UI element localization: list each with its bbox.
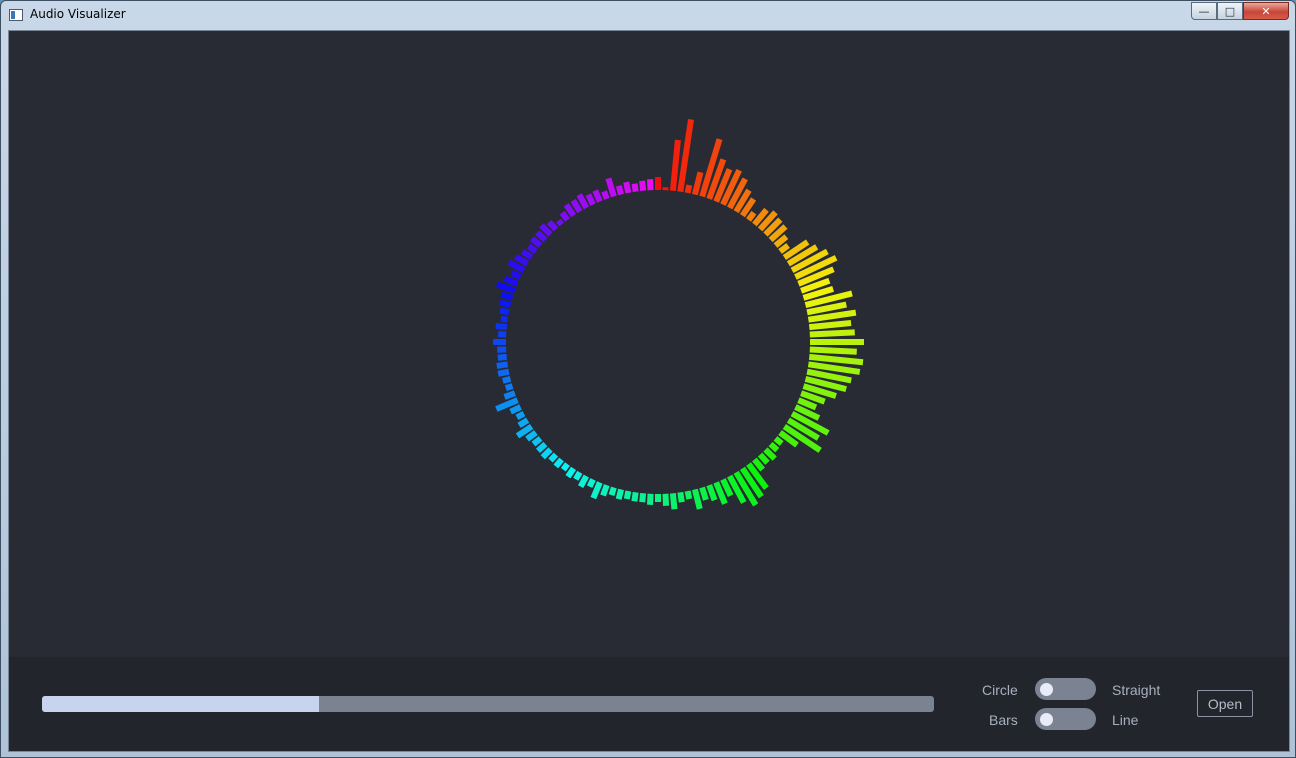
spectrum-bar — [496, 361, 509, 369]
spectrum-bar — [809, 329, 855, 338]
spectrum-bar — [500, 291, 514, 301]
spectrum-bar — [600, 484, 610, 497]
spectrum-bar — [639, 180, 647, 192]
spectrum-bar — [631, 183, 639, 193]
control-bar: Circle Straight Bars Line Open — [9, 657, 1289, 751]
straight-label: Straight — [1112, 682, 1161, 698]
spectrum-bar — [497, 368, 510, 377]
circular-spectrum-visualizer — [493, 118, 864, 510]
spectrum-bar — [647, 493, 654, 505]
spectrum-bar — [497, 346, 507, 353]
spectrum-bar — [560, 462, 570, 472]
circle-label: Circle — [982, 682, 1018, 698]
close-button[interactable]: ✕ — [1243, 2, 1289, 20]
title-bar[interactable]: Audio Visualizer — □ ✕ — [1, 1, 1295, 29]
spectrum-bar — [623, 181, 632, 194]
spectrum-bar — [655, 494, 661, 502]
app-window: Audio Visualizer — □ ✕ Circle Straight B… — [0, 0, 1296, 758]
open-button[interactable]: Open — [1197, 690, 1253, 717]
client-area: Circle Straight Bars Line Open — [8, 30, 1290, 752]
spectrum-bar — [500, 315, 509, 323]
toggle-knob — [1040, 713, 1053, 726]
maximize-button[interactable]: □ — [1217, 2, 1243, 20]
spectrum-bar — [639, 492, 647, 503]
line-label: Line — [1112, 712, 1139, 728]
spectrum-bar — [684, 184, 693, 194]
toggle-knob — [1040, 683, 1053, 696]
spectrum-bar — [662, 493, 670, 506]
spectrum-bar — [810, 339, 864, 345]
spectrum-bar — [586, 478, 596, 488]
spectrum-bar — [573, 470, 583, 481]
spectrum-bar — [809, 346, 857, 355]
spectrum-bar — [623, 490, 632, 500]
spectrum-bar — [608, 486, 617, 496]
progress-fill — [42, 696, 319, 712]
spectrum-bar — [655, 177, 661, 190]
app-icon — [9, 9, 23, 21]
spectrum-bar — [515, 410, 526, 421]
spectrum-bar — [499, 307, 510, 316]
spectrum-bar — [677, 118, 694, 193]
spectrum-bar — [662, 187, 669, 191]
spectrum-bar — [647, 179, 654, 191]
window-controls: — □ ✕ — [1191, 2, 1289, 21]
circle-straight-toggle[interactable] — [1035, 678, 1096, 700]
bars-line-toggle[interactable] — [1035, 708, 1096, 730]
spectrum-bar — [615, 488, 624, 500]
spectrum-bar — [677, 491, 685, 503]
spectrum-bar — [556, 218, 564, 227]
spectrum-bar — [601, 190, 610, 200]
spectrum-bar — [684, 490, 693, 500]
bars-label: Bars — [989, 712, 1018, 728]
spectrum-bar — [503, 390, 516, 400]
spectrum-bar — [495, 323, 508, 331]
window-title: Audio Visualizer — [30, 7, 126, 21]
spectrum-bar — [502, 376, 512, 384]
spectrum-bar — [615, 185, 624, 196]
spectrum-bar — [497, 353, 508, 361]
spectrum-bar — [499, 299, 512, 308]
spectrum-bar — [493, 339, 506, 345]
minimize-button[interactable]: — — [1191, 2, 1217, 20]
spectrum-bar — [504, 383, 514, 392]
spectrum-bar — [669, 492, 678, 510]
spectrum-bar — [631, 491, 639, 502]
playback-progress-bar[interactable] — [42, 696, 934, 712]
spectrum-bar — [498, 331, 507, 338]
